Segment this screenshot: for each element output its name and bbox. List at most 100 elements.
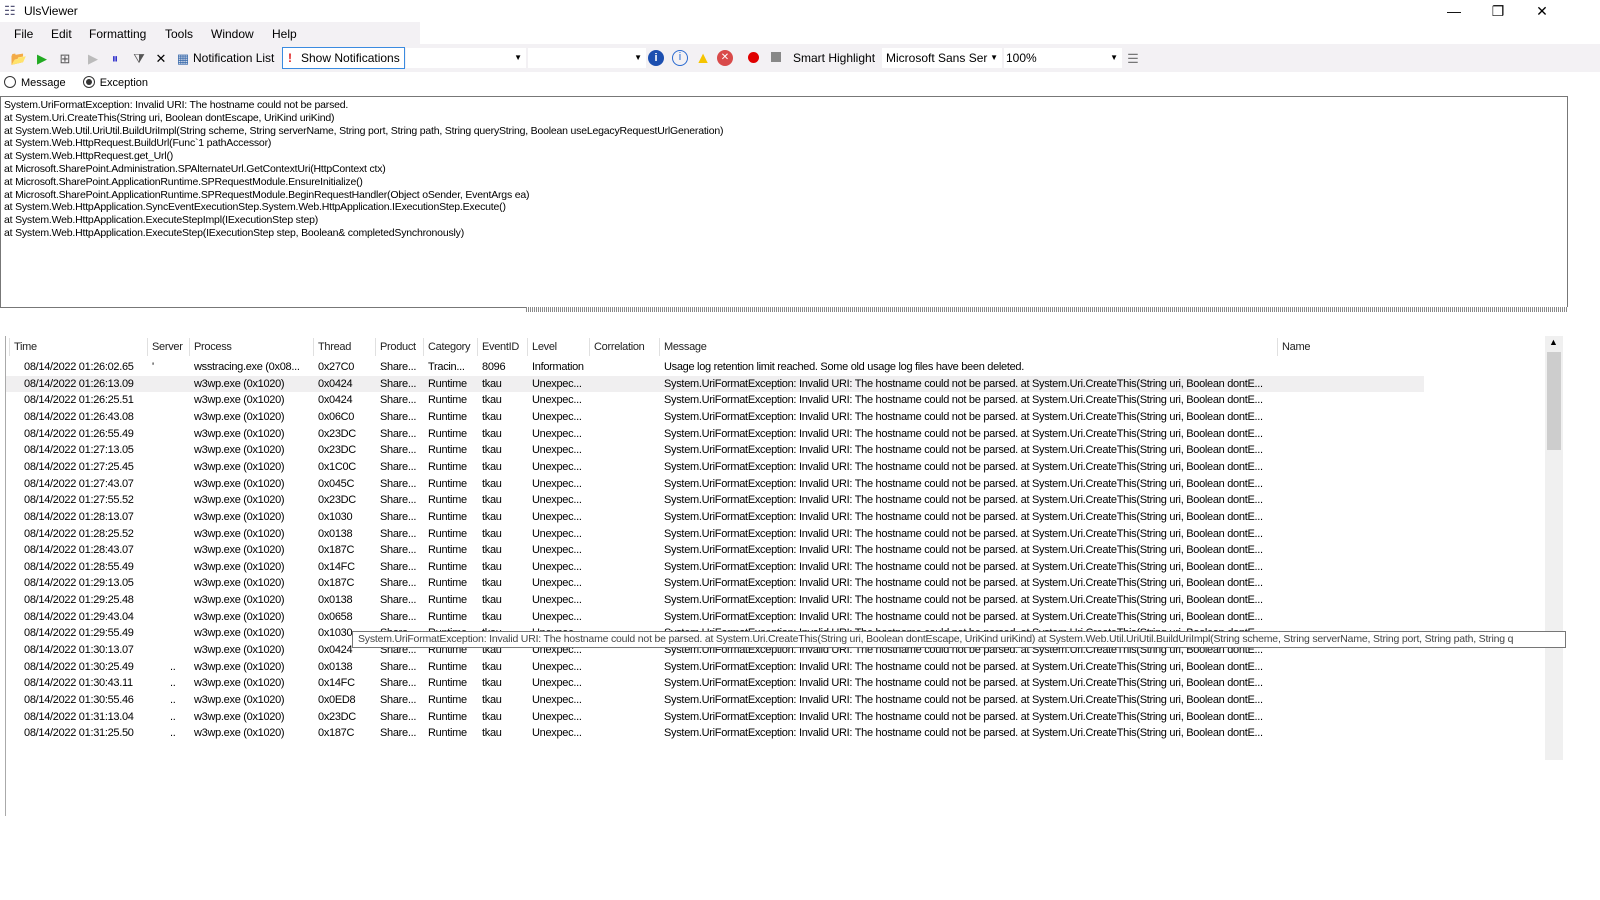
column-divider[interactable] [1277, 338, 1278, 356]
menu-tools[interactable]: Tools [165, 27, 193, 41]
column-header-server[interactable]: Server [152, 341, 183, 353]
cell-message: System.UriFormatException: Invalid URI: … [664, 494, 1263, 507]
table-row[interactable]: 08/14/2022 01:30:43.11.. w3wp.exe (0x1020… [6, 675, 1424, 692]
table-row[interactable]: 08/14/2022 01:28:43.07 w3wp.exe (0x1020) 0… [6, 542, 1424, 559]
filter-icon[interactable]: ⧩ [130, 50, 148, 68]
filter-combo-2[interactable]: ▼ [528, 48, 646, 68]
radio-exception[interactable]: Exception [82, 76, 148, 89]
cell-level: Unexpec... [532, 427, 582, 440]
info-outline-icon[interactable]: i [672, 50, 688, 66]
exception-detail-pane[interactable]: System.UriFormatException: Invalid URI: … [0, 96, 1568, 308]
column-divider[interactable] [313, 338, 314, 356]
table-row[interactable]: 08/14/2022 01:29:25.48 w3wp.exe (0x1020) 0… [6, 592, 1424, 609]
splitter[interactable] [526, 307, 1568, 312]
cell-process: w3wp.exe (0x1020) [194, 727, 285, 740]
close-button[interactable]: ✕ [1520, 0, 1564, 22]
table-row[interactable]: 08/14/2022 01:28:13.07 w3wp.exe (0x1020) 0… [6, 509, 1424, 526]
column-divider[interactable] [527, 338, 528, 356]
column-divider[interactable] [423, 338, 424, 356]
scroll-up-icon[interactable]: ▲ [1549, 337, 1558, 347]
filter-combo-1[interactable]: ▼ [406, 48, 526, 68]
table-row[interactable]: 08/14/2022 01:28:25.52 w3wp.exe (0x1020) 0… [6, 526, 1424, 543]
font-combo[interactable]: Microsoft Sans Ser ▼ [882, 48, 1002, 68]
radio-message[interactable]: Message [4, 76, 66, 89]
table-row[interactable]: 08/14/2022 01:27:13.05 w3wp.exe (0x1020) 0… [6, 442, 1424, 459]
smart-highlight-button[interactable]: Smart Highlight [793, 51, 875, 65]
cell-level: Unexpec... [532, 727, 582, 740]
table-row[interactable]: 08/14/2022 01:28:55.49 w3wp.exe (0x1020) 0… [6, 559, 1424, 576]
column-divider[interactable] [189, 338, 190, 356]
menu-window[interactable]: Window [211, 27, 254, 41]
column-header-name[interactable]: Name [1282, 341, 1310, 353]
error-icon[interactable]: ✕ [717, 50, 733, 66]
table-row[interactable]: 08/14/2022 01:27:25.45 w3wp.exe (0x1020) 0… [6, 459, 1424, 476]
menu-edit[interactable]: Edit [51, 27, 72, 41]
table-row[interactable]: 08/14/2022 01:26:13.09 w3wp.exe (0x1020) 0… [6, 375, 1424, 393]
column-divider[interactable] [375, 338, 376, 356]
table-row[interactable]: 08/14/2022 01:26:55.49 w3wp.exe (0x1020) 0… [6, 426, 1424, 443]
record-icon[interactable] [748, 52, 759, 63]
notification-list-button[interactable]: Notification List [193, 51, 274, 65]
cell-category: Runtime [428, 594, 467, 607]
cell-product: Share... [380, 610, 417, 623]
column-header-correlation[interactable]: Correlation [594, 341, 645, 353]
open-live-icon[interactable]: ▶ [33, 50, 51, 68]
menu-file[interactable]: File [14, 27, 33, 41]
table-row[interactable]: 08/14/2022 01:26:43.08 w3wp.exe (0x1020) 0… [6, 409, 1424, 426]
detail-line: at System.Web.Util.UriUtil.BuildUriImpl(… [4, 124, 724, 137]
pause-icon[interactable]: ⏸ [106, 50, 124, 68]
column-divider[interactable] [589, 338, 590, 356]
column-header-product[interactable]: Product [380, 341, 416, 353]
open-folder-icon[interactable]: 📂 [10, 50, 28, 68]
cell-thread: 0x0138 [318, 660, 353, 673]
table-row[interactable]: 08/14/2022 01:27:43.07 w3wp.exe (0x1020) 0… [6, 476, 1424, 493]
column-header-level[interactable]: Level [532, 341, 557, 353]
menu-help[interactable]: Help [272, 27, 297, 41]
cell-process: w3wp.exe (0x1020) [194, 527, 285, 540]
warning-icon[interactable]: ▲ [694, 50, 712, 68]
table-row[interactable]: 08/14/2022 01:31:25.50.. w3wp.exe (0x1020… [6, 725, 1424, 742]
maximize-button[interactable]: ❐ [1476, 0, 1520, 22]
column-header-message[interactable]: Message [664, 341, 707, 353]
tree-list-icon[interactable]: ☰ [1124, 50, 1142, 68]
detail-line: at System.Web.HttpApplication.SyncEventE… [4, 201, 506, 214]
column-header-eventid[interactable]: EventID [482, 341, 519, 353]
column-divider[interactable] [9, 338, 10, 356]
table-row[interactable]: 08/14/2022 01:29:13.05 w3wp.exe (0x1020) 0… [6, 575, 1424, 592]
table-row[interactable]: 08/14/2022 01:30:55.46.. w3wp.exe (0x1020… [6, 692, 1424, 709]
cell-process: w3wp.exe (0x1020) [194, 427, 285, 440]
table-row[interactable]: 08/14/2022 01:29:43.04 w3wp.exe (0x1020) 0… [6, 609, 1424, 626]
cell-thread: 0x187C [318, 727, 355, 740]
cell-eventid: tkau [482, 510, 502, 523]
table-row[interactable]: 08/14/2022 01:31:13.04.. w3wp.exe (0x1020… [6, 709, 1424, 726]
column-divider[interactable] [147, 338, 148, 356]
column-header-process[interactable]: Process [194, 341, 232, 353]
minimize-button[interactable]: — [1432, 0, 1476, 22]
hierarchy-icon[interactable]: ⊞ [56, 50, 74, 68]
show-notifications-button[interactable]: ! Show Notifications [282, 47, 405, 69]
cell-product: Share... [380, 460, 417, 473]
column-divider[interactable] [659, 338, 660, 356]
play-icon[interactable]: ▶ [84, 50, 102, 68]
table-row[interactable]: 08/14/2022 01:27:55.52 w3wp.exe (0x1020) 0… [6, 492, 1424, 509]
table-row[interactable]: 08/14/2022 01:26:02.65 ' wsstracing.exe (0… [6, 359, 1424, 376]
cell-category: Runtime [428, 610, 467, 623]
cell-product: Share... [380, 677, 417, 690]
menu-formatting[interactable]: Formatting [89, 27, 146, 41]
zoom-combo[interactable]: 100% ▼ [1004, 48, 1122, 68]
column-header-thread[interactable]: Thread [318, 341, 351, 353]
column-header-time[interactable]: Time [14, 341, 37, 353]
info-filled-icon[interactable]: i [648, 50, 664, 66]
stop-icon[interactable] [771, 52, 781, 62]
table-row[interactable]: 08/14/2022 01:30:25.49.. w3wp.exe (0x1020… [6, 659, 1424, 676]
column-header-category[interactable]: Category [428, 341, 471, 353]
cell-thread: 0x27C0 [318, 361, 355, 373]
column-divider[interactable] [477, 338, 478, 356]
cell-time: 08/14/2022 01:29:13.05 [24, 577, 134, 590]
table-row[interactable]: 08/14/2022 01:26:25.51 w3wp.exe (0x1020) 0… [6, 392, 1424, 409]
zoom-combo-value: 100% [1006, 51, 1037, 65]
show-notifications-label: Show Notifications [301, 51, 400, 65]
cell-level: Unexpec... [532, 477, 582, 490]
clear-icon[interactable]: ✕ [152, 50, 170, 68]
scrollbar-thumb[interactable] [1547, 352, 1561, 450]
